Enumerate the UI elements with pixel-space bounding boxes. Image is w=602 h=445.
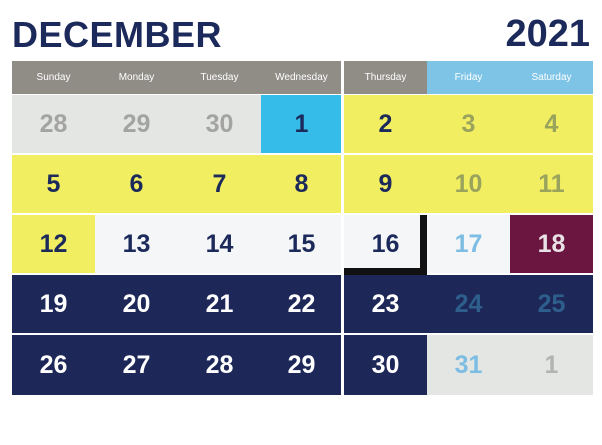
row-divider <box>12 213 592 215</box>
weekday-header-friday: Friday <box>427 61 510 94</box>
weekday-header-sunday: Sunday <box>12 61 95 94</box>
weekday-header-tuesday: Tuesday <box>178 61 261 94</box>
day-cell[interactable]: 26 <box>12 335 95 395</box>
day-cell[interactable]: 30 <box>344 335 427 395</box>
day-cell[interactable]: 24 <box>427 275 510 333</box>
weekday-header-wednesday: Wednesday <box>261 61 342 94</box>
day-cell[interactable]: 6 <box>95 155 178 213</box>
day-cell[interactable]: 14 <box>178 215 261 273</box>
day-cell[interactable]: 16 <box>344 215 427 273</box>
year-title: 2021 <box>505 13 590 55</box>
highlight-bracket-horizontal <box>344 268 427 275</box>
weekday-header-thursday: Thursday <box>344 61 427 94</box>
day-cell[interactable]: 1 <box>261 95 342 153</box>
day-cell[interactable]: 15 <box>261 215 342 273</box>
day-cell[interactable]: 18 <box>510 215 593 273</box>
day-cell[interactable]: 19 <box>12 275 95 333</box>
day-cell[interactable]: 29 <box>261 335 342 395</box>
day-cell[interactable]: 30 <box>178 95 261 153</box>
day-cell[interactable]: 2 <box>344 95 427 153</box>
day-cell[interactable]: 11 <box>510 155 593 213</box>
day-cell[interactable]: 31 <box>427 335 510 395</box>
day-cell[interactable]: 13 <box>95 215 178 273</box>
highlight-bracket-vertical <box>420 215 427 275</box>
day-cell[interactable]: 9 <box>344 155 427 213</box>
day-cell[interactable]: 10 <box>427 155 510 213</box>
day-cell[interactable]: 21 <box>178 275 261 333</box>
day-cell[interactable]: 17 <box>427 215 510 273</box>
weekday-header-monday: Monday <box>95 61 178 94</box>
day-cell[interactable]: 12 <box>12 215 95 273</box>
day-cell[interactable]: 8 <box>261 155 342 213</box>
day-cell[interactable]: 25 <box>510 275 593 333</box>
day-cell[interactable]: 23 <box>344 275 427 333</box>
week-split-divider <box>341 61 344 395</box>
day-cell[interactable]: 28 <box>12 95 95 153</box>
day-cell[interactable]: 1 <box>510 335 593 395</box>
day-cell[interactable]: 4 <box>510 95 593 153</box>
day-cell[interactable]: 29 <box>95 95 178 153</box>
day-cell[interactable]: 7 <box>178 155 261 213</box>
weekday-header-saturday: Saturday <box>510 61 593 94</box>
day-cell[interactable]: 5 <box>12 155 95 213</box>
day-cell[interactable]: 27 <box>95 335 178 395</box>
row-divider <box>12 153 592 155</box>
day-cell[interactable]: 3 <box>427 95 510 153</box>
day-cell[interactable]: 28 <box>178 335 261 395</box>
row-divider <box>12 273 592 275</box>
day-cell[interactable]: 20 <box>95 275 178 333</box>
row-divider <box>12 333 592 335</box>
month-title: DECEMBER <box>12 14 223 55</box>
day-cell[interactable]: 22 <box>261 275 342 333</box>
